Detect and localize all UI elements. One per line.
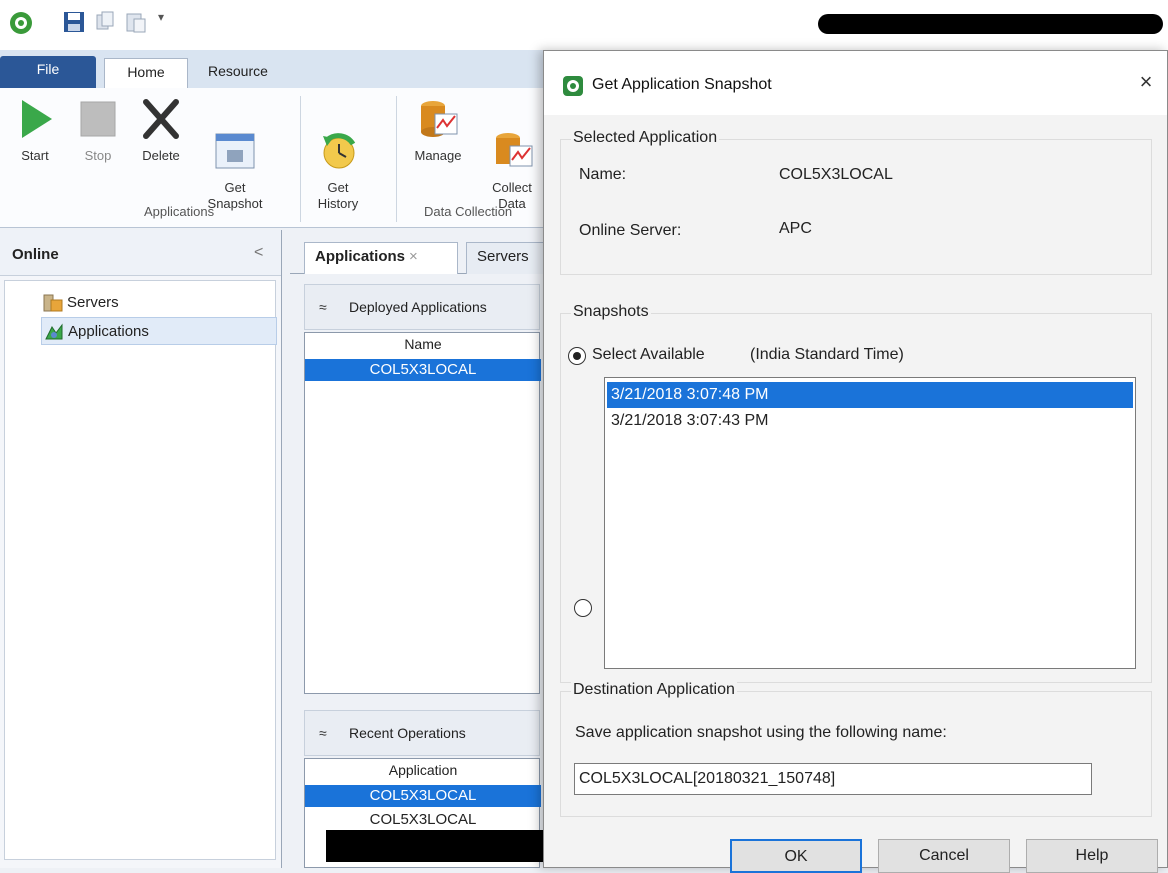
redacted-title bbox=[818, 14, 1163, 34]
collect-data-button[interactable]: Collect Data bbox=[480, 92, 544, 212]
applications-icon bbox=[44, 323, 64, 341]
app-logo-icon[interactable] bbox=[8, 10, 34, 36]
paste-icon[interactable] bbox=[124, 10, 148, 34]
tree-item-label: Servers bbox=[67, 294, 119, 311]
tree-item-label: Applications bbox=[68, 323, 149, 340]
get-snapshot-label: Get Snapshot bbox=[207, 180, 263, 211]
selected-application-legend: Selected Application bbox=[571, 129, 720, 147]
destination-prompt: Save application snapshot using the foll… bbox=[575, 724, 947, 741]
select-available-label[interactable]: Select Available bbox=[592, 346, 705, 364]
get-history-button[interactable]: Get History bbox=[302, 92, 374, 212]
group-separator bbox=[300, 96, 301, 222]
collapse-icon[interactable]: < bbox=[254, 244, 263, 262]
name-value: COL5X3LOCAL bbox=[779, 166, 893, 183]
deployed-applications-title: Deployed Applications bbox=[349, 299, 487, 315]
stop-label: Stop bbox=[84, 148, 112, 163]
table-row[interactable]: COL5X3LOCAL bbox=[305, 785, 541, 807]
deployed-applications-grid: Name COL5X3LOCAL bbox=[304, 332, 541, 694]
play-icon bbox=[12, 96, 58, 142]
get-snapshot-button[interactable]: Get Snapshot bbox=[200, 92, 270, 212]
save-icon[interactable] bbox=[62, 10, 86, 34]
snapshots-legend: Snapshots bbox=[571, 303, 651, 321]
ribbon: Start Stop Delete Get Snapshot Applicati… bbox=[0, 88, 548, 228]
content-area: Applications × Servers ≈ Deployed Applica… bbox=[290, 230, 556, 868]
tab-applications-label: Applications bbox=[315, 248, 406, 265]
deployed-applications-header[interactable]: ≈ Deployed Applications bbox=[304, 284, 540, 330]
tree-item-servers[interactable]: Servers bbox=[41, 289, 277, 317]
collapse-chevron-icon[interactable]: ≈ bbox=[319, 725, 327, 741]
delete-button[interactable]: Delete bbox=[132, 92, 190, 164]
select-available-radio[interactable] bbox=[568, 347, 586, 365]
online-server-label: Online Server: bbox=[579, 222, 682, 239]
name-label: Name: bbox=[579, 166, 627, 183]
tab-file[interactable]: File bbox=[0, 56, 96, 88]
delete-icon bbox=[138, 96, 184, 142]
destination-application-legend: Destination Application bbox=[571, 681, 737, 699]
list-item[interactable]: 3/21/2018 3:07:43 PM bbox=[607, 408, 1133, 434]
stop-icon bbox=[75, 96, 121, 142]
dialog-app-icon bbox=[562, 75, 584, 97]
group-applications: Applications bbox=[144, 204, 215, 219]
group-data-collection: Data Collection bbox=[424, 204, 513, 219]
close-icon[interactable]: × bbox=[1132, 69, 1160, 95]
tree-item-applications[interactable]: Applications bbox=[41, 317, 277, 345]
redacted-region bbox=[326, 830, 548, 862]
dropdown-icon[interactable]: ▾ bbox=[158, 10, 172, 30]
destination-application-group: Destination Application Save application… bbox=[560, 681, 1152, 817]
other-option-radio[interactable] bbox=[574, 599, 592, 617]
collapse-chevron-icon[interactable]: ≈ bbox=[319, 299, 327, 315]
delete-label: Delete bbox=[142, 148, 180, 163]
table-row[interactable]: COL5X3LOCAL bbox=[305, 809, 541, 831]
copy-icon[interactable] bbox=[94, 10, 116, 32]
manage-button[interactable]: Manage bbox=[402, 92, 474, 164]
tab-applications[interactable]: Applications × bbox=[304, 242, 458, 274]
navigator-tree: Servers Applications bbox=[4, 280, 277, 860]
column-header-name[interactable]: Name bbox=[305, 335, 541, 353]
collect-data-icon bbox=[490, 112, 536, 167]
recent-operations-title: Recent Operations bbox=[349, 725, 466, 741]
start-button[interactable]: Start bbox=[10, 92, 60, 164]
table-row[interactable]: COL5X3LOCAL bbox=[305, 359, 541, 381]
tab-resource[interactable]: Resource bbox=[196, 58, 306, 88]
snapshot-list[interactable]: 3/21/2018 3:07:48 PM 3/21/2018 3:07:43 P… bbox=[604, 377, 1136, 669]
snapshot-icon bbox=[212, 112, 258, 169]
manage-label: Manage bbox=[414, 148, 462, 163]
timezone-label: (India Standard Time) bbox=[750, 346, 904, 363]
stop-button[interactable]: Stop bbox=[72, 92, 124, 164]
group-separator bbox=[396, 96, 397, 222]
servers-icon bbox=[43, 294, 63, 312]
document-tabs: Applications × Servers bbox=[290, 230, 556, 274]
navigator-title: Online bbox=[12, 246, 59, 263]
start-label: Start bbox=[21, 148, 49, 163]
destination-name-input[interactable] bbox=[574, 763, 1092, 795]
title-bar: ▾ bbox=[0, 0, 1168, 50]
dialog-title-bar: Get Application Snapshot × bbox=[544, 51, 1167, 115]
manage-icon bbox=[415, 96, 461, 142]
history-icon bbox=[315, 112, 361, 169]
selected-application-group: Selected Application Name: COL5X3LOCAL O… bbox=[560, 129, 1152, 275]
close-tab-icon[interactable]: × bbox=[409, 248, 418, 265]
dialog-title: Get Application Snapshot bbox=[592, 76, 772, 93]
tab-home[interactable]: Home bbox=[104, 58, 188, 88]
navigator-header: Online < bbox=[0, 230, 281, 276]
get-application-snapshot-dialog: Get Application Snapshot × Selected Appl… bbox=[543, 50, 1168, 873]
navigator-panel: Online < Servers Applications bbox=[0, 230, 282, 868]
recent-operations-header[interactable]: ≈ Recent Operations bbox=[304, 710, 540, 756]
get-history-label: Get History bbox=[317, 180, 359, 211]
online-server-value: APC bbox=[779, 220, 812, 237]
list-item[interactable]: 3/21/2018 3:07:48 PM bbox=[607, 382, 1133, 408]
column-header-application[interactable]: Application bbox=[305, 761, 541, 779]
